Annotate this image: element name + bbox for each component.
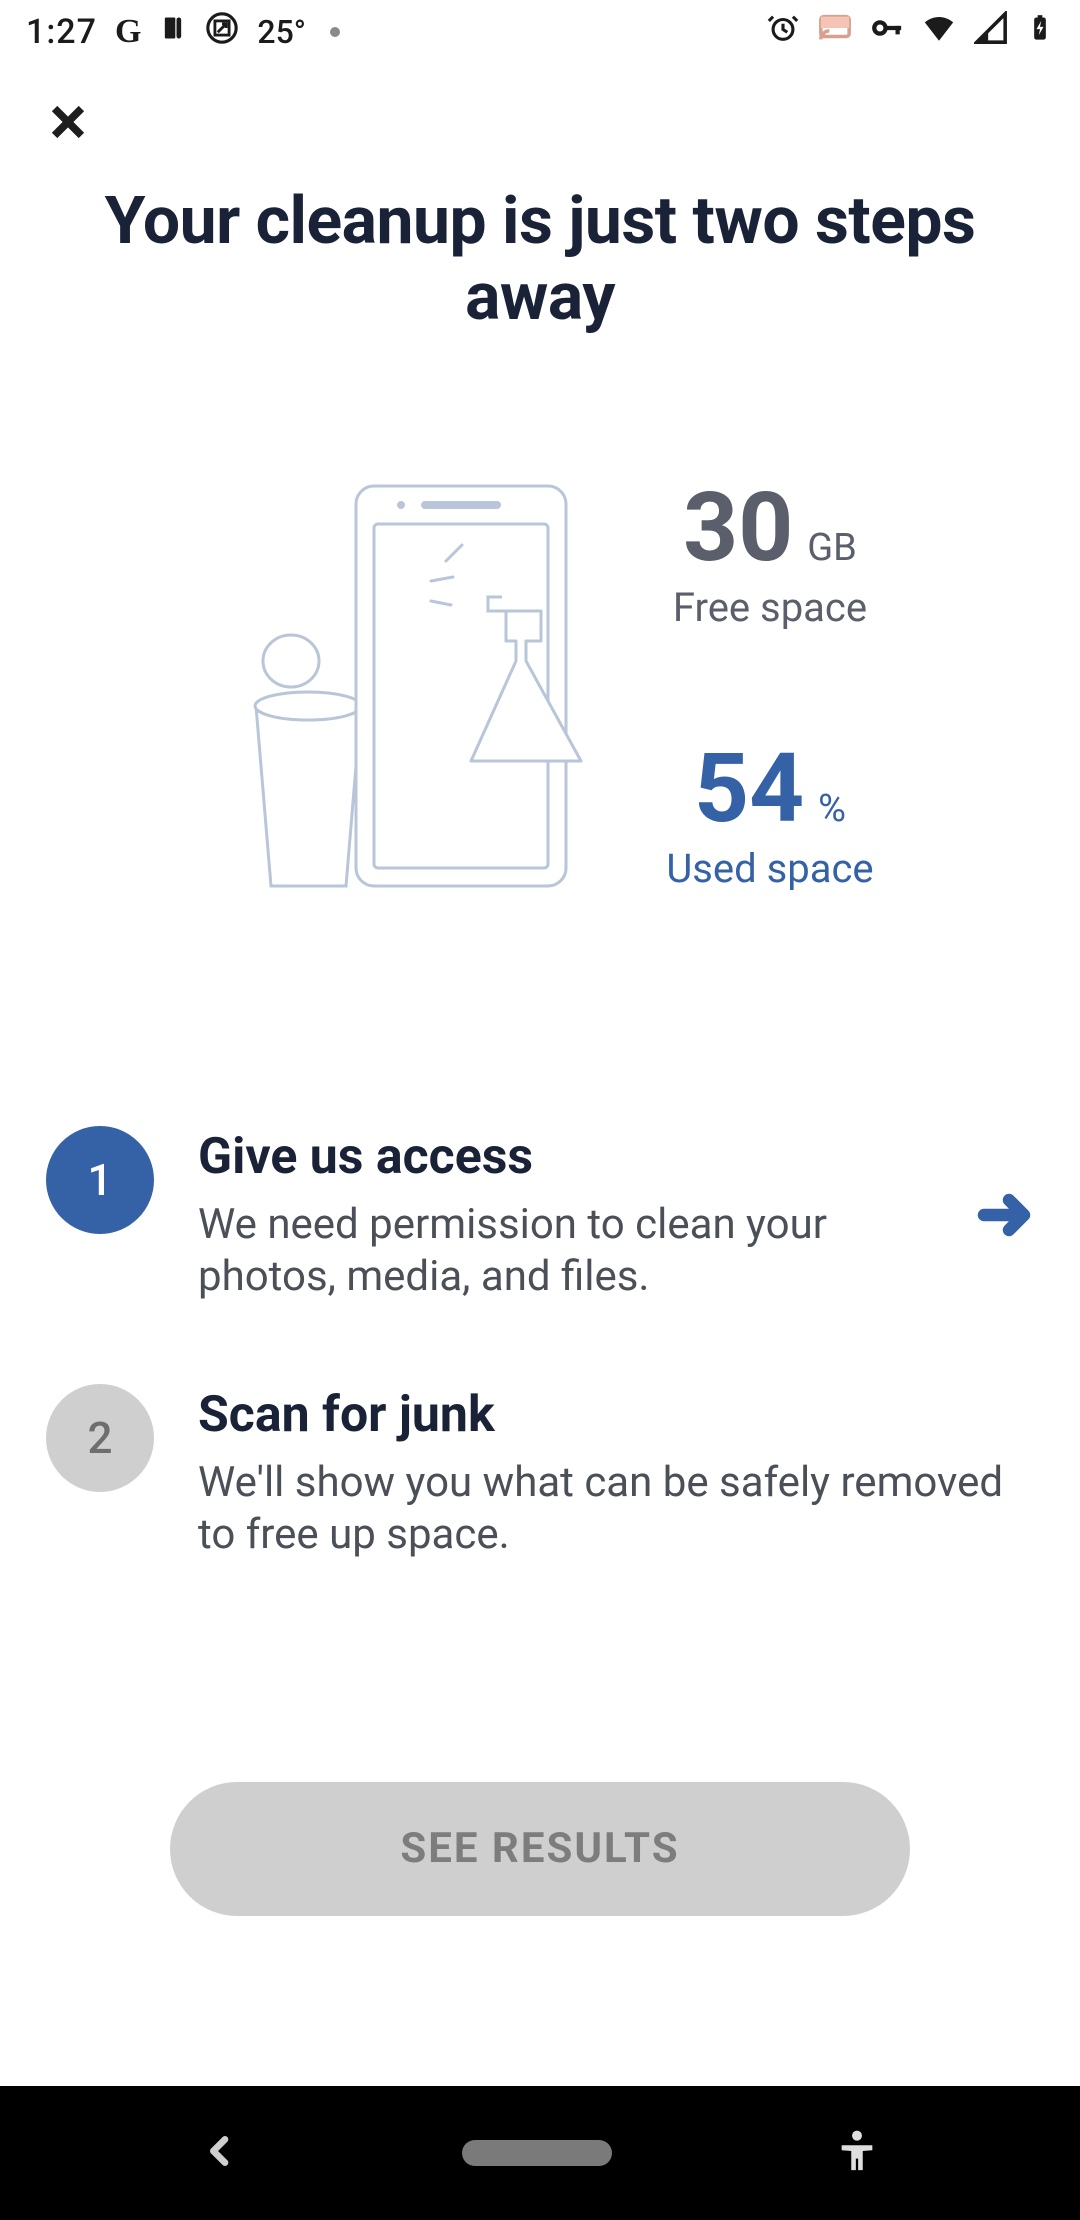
free-space-stat: 30 GB Free space — [666, 480, 873, 631]
close-button[interactable] — [36, 92, 100, 156]
step-number-badge: 1 — [46, 1126, 154, 1234]
used-space-stat: 54 % Used space — [666, 741, 873, 892]
android-status-bar: 1:27 G 25° — [0, 0, 1080, 64]
cell-signal-icon — [974, 11, 1008, 53]
status-more-dot — [330, 27, 340, 37]
page-heading: Your cleanup is just two steps away — [0, 184, 1080, 336]
accessibility-icon — [834, 2159, 880, 2178]
battery-charging-icon — [1026, 14, 1054, 50]
step-title: Scan for junk — [198, 1388, 1034, 1443]
cast-icon — [818, 11, 852, 53]
see-results-label: SEE RESULTS — [400, 1824, 679, 1873]
cleanup-illustration — [206, 466, 586, 906]
page-title: Your cleanup is just two steps away — [60, 184, 1020, 336]
screenshot-icon — [205, 11, 239, 53]
google-icon: G — [115, 13, 141, 51]
top-bar — [0, 64, 1080, 184]
nav-home-pill[interactable] — [462, 2140, 612, 2166]
storage-overview: 30 GB Free space 54 % Used space — [0, 466, 1080, 906]
step-give-access[interactable]: 1 Give us access We need permission to c… — [46, 1126, 1034, 1304]
android-nav-bar — [0, 2086, 1080, 2220]
chevron-left-icon — [200, 2156, 240, 2175]
nav-back-button[interactable] — [200, 2131, 240, 2175]
nav-accessibility-button[interactable] — [834, 2128, 880, 2178]
status-clock: 1:27 — [26, 12, 97, 52]
alarm-icon — [766, 11, 800, 53]
steps-list: 1 Give us access We need permission to c… — [0, 1126, 1080, 1562]
free-space-label: Free space — [666, 584, 873, 631]
step-number-badge: 2 — [46, 1384, 154, 1492]
step-description: We'll show you what can be safely remove… — [198, 1457, 1034, 1562]
see-results-button[interactable]: SEE RESULTS — [170, 1782, 910, 1916]
id-icon — [159, 14, 187, 50]
step-description: We need permission to clean your photos,… — [198, 1199, 924, 1304]
vpn-key-icon — [870, 11, 904, 53]
wifi-icon — [922, 11, 956, 53]
status-weather: 25° — [257, 13, 306, 51]
step-title: Give us access — [198, 1130, 924, 1185]
step-scan-junk: 2 Scan for junk We'll show you what can … — [46, 1384, 1034, 1562]
used-space-unit: % — [818, 787, 846, 831]
used-space-label: Used space — [666, 845, 873, 892]
arrow-right-icon — [974, 1185, 1034, 1245]
close-icon — [45, 99, 91, 149]
used-space-value: 54 — [694, 741, 804, 837]
free-space-unit: GB — [807, 526, 857, 570]
free-space-value: 30 — [683, 480, 793, 576]
